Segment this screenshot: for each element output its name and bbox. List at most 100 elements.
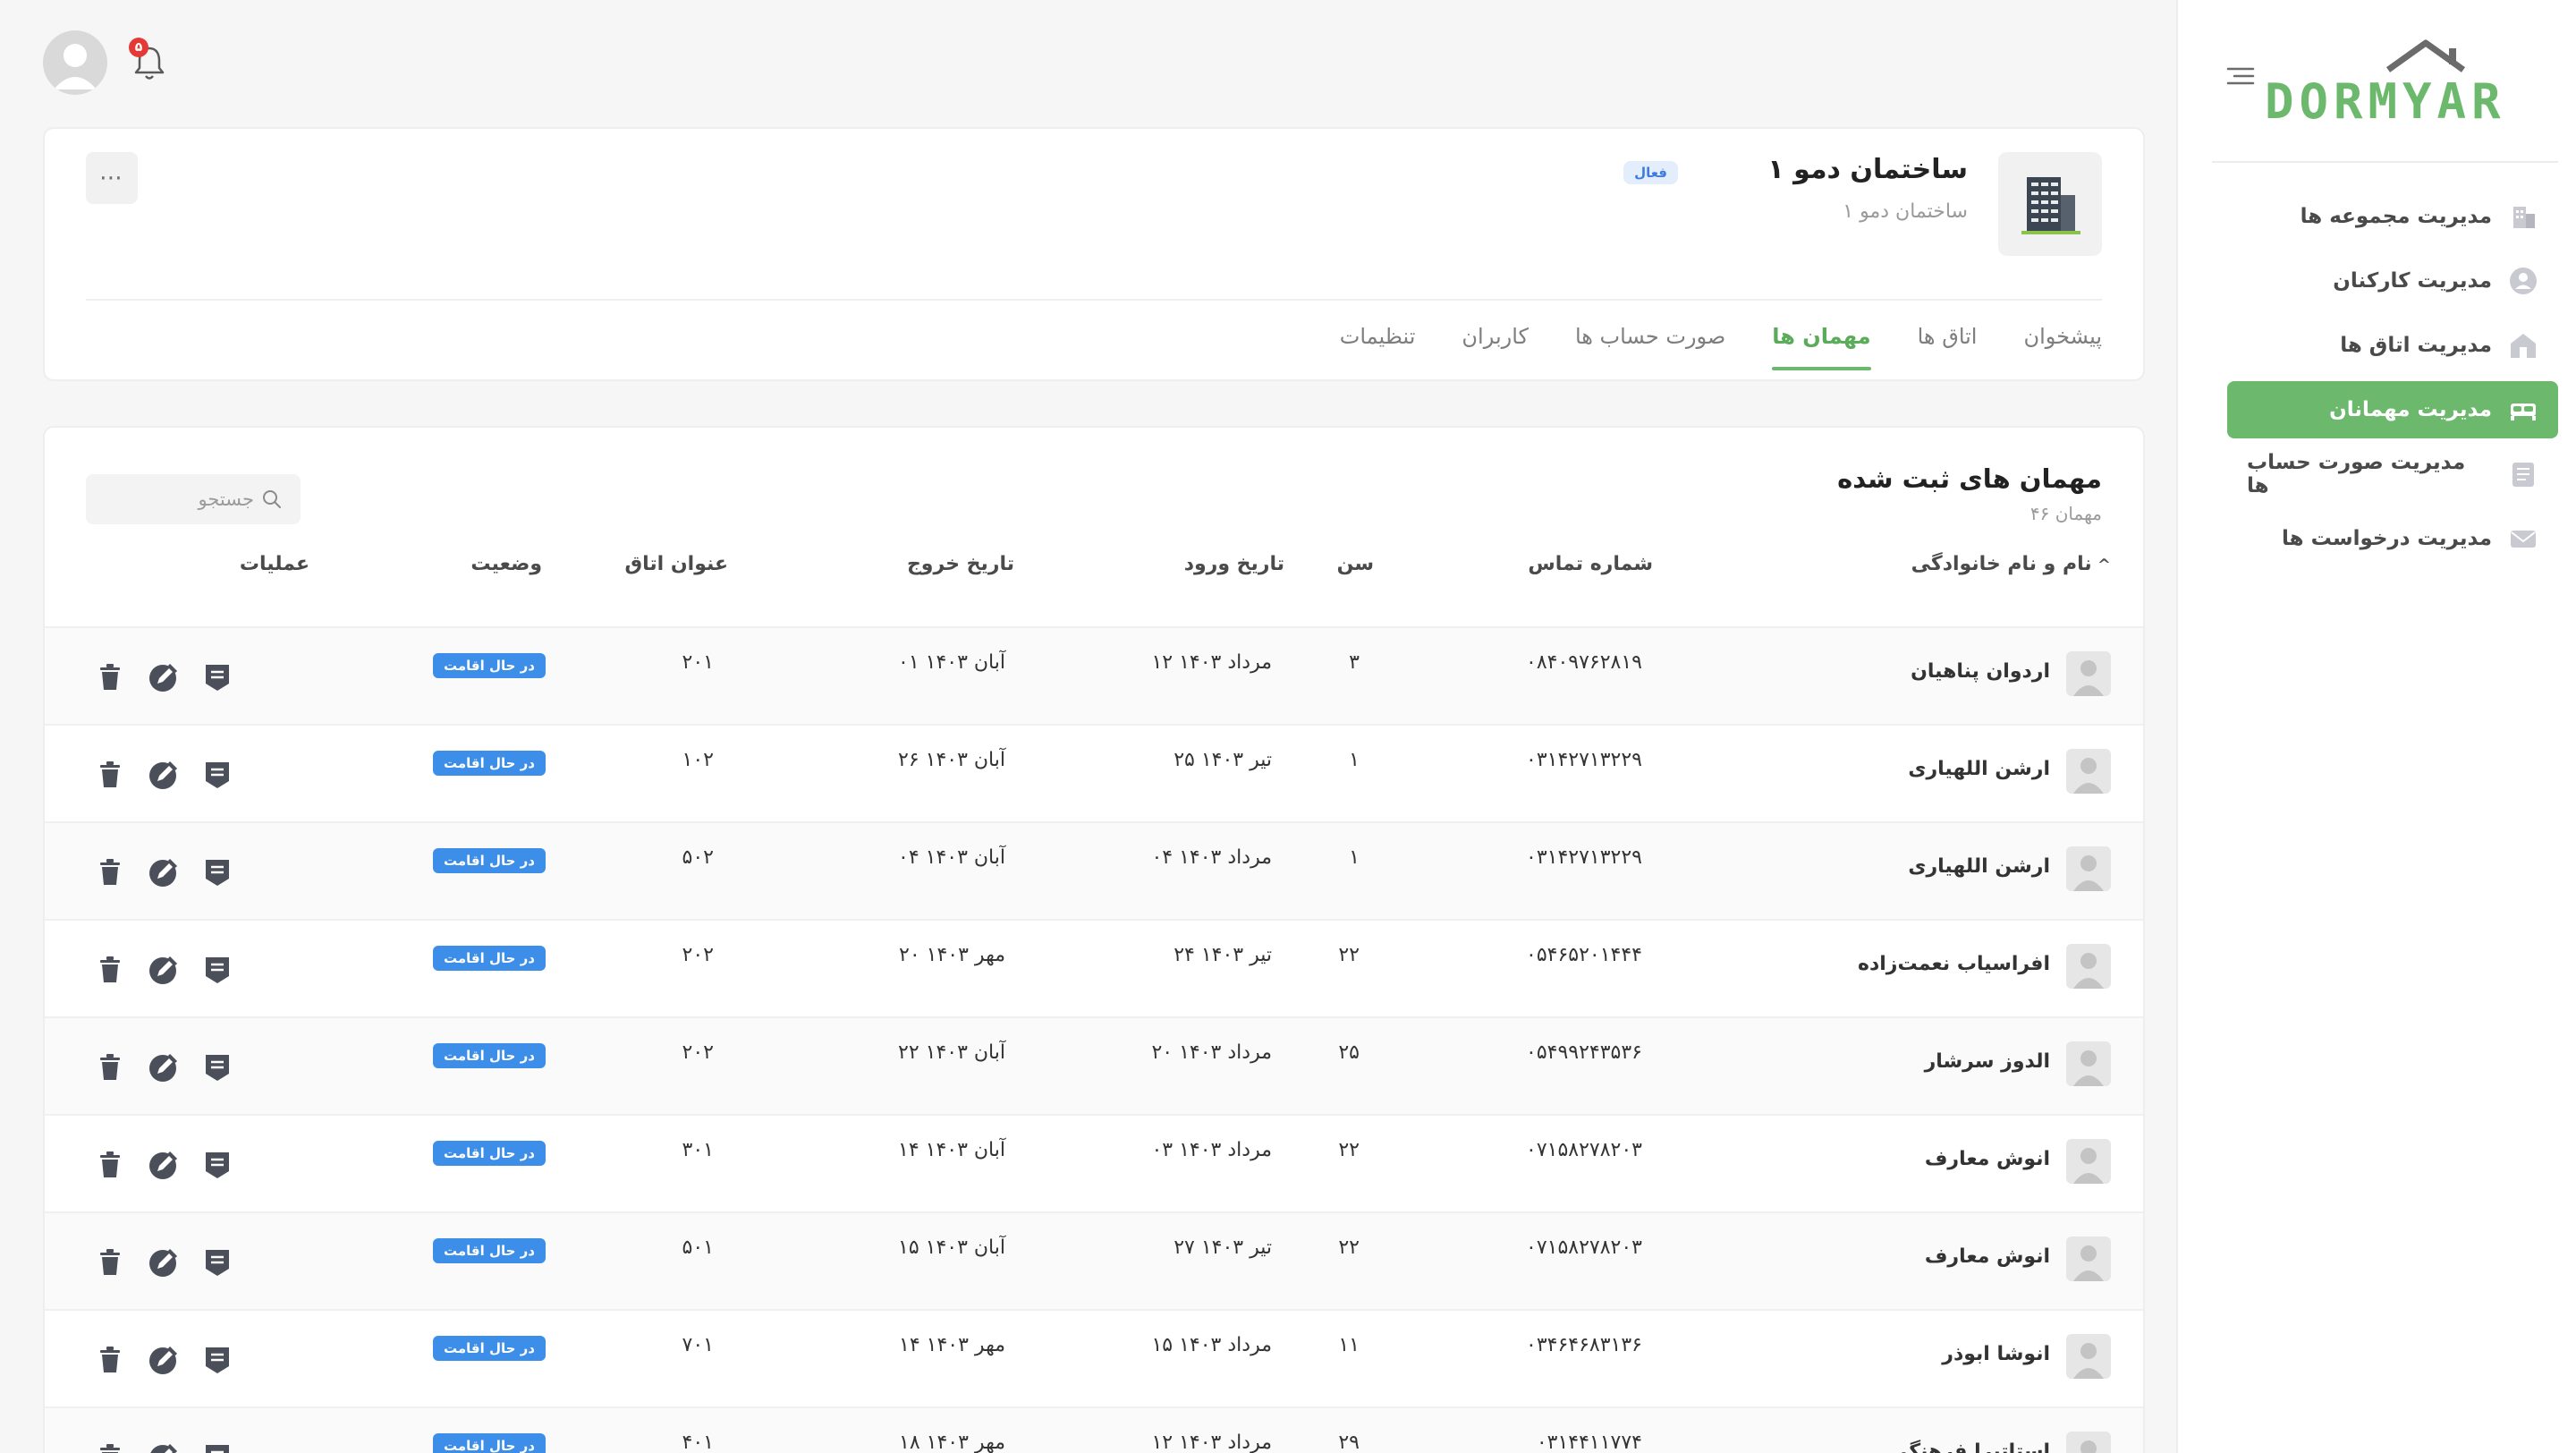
badge-details-icon — [206, 1445, 229, 1453]
sidebar-item-staff[interactable]: مدیریت کارکنان — [2227, 252, 2558, 310]
invoice-icon — [2508, 459, 2538, 489]
guest-age: ۱ — [1349, 749, 1360, 771]
guest-age: ۲۲ — [1338, 944, 1360, 966]
sidebar-item-requests[interactable]: مدیریت درخواست ها — [2227, 510, 2558, 567]
details-button[interactable] — [199, 756, 236, 794]
status-badge: در حال اقامت — [433, 848, 546, 873]
row-actions — [91, 756, 236, 794]
edit-button[interactable] — [145, 1049, 182, 1086]
delete-button[interactable] — [91, 1049, 129, 1086]
details-button[interactable] — [199, 1146, 236, 1184]
guest-avatar — [2066, 1139, 2111, 1184]
guest-checkout: ۲۰ مهر ۱۴۰۳ — [899, 944, 1005, 966]
details-button[interactable] — [199, 854, 236, 891]
status-badge: در حال اقامت — [433, 1336, 546, 1361]
row-actions — [91, 1439, 236, 1453]
table-row[interactable]: افراسیاب نعمت‌زاده ۰۵۴۶۵۲۰۱۴۴۴ ۲۲ ۲۴ تیر… — [45, 919, 2143, 1016]
guest-room: ۵۰۱ — [682, 1236, 714, 1259]
sidebar-divider — [2212, 161, 2558, 163]
delete-button[interactable] — [91, 1341, 129, 1379]
tab-dashboard[interactable]: پیشخوان — [2023, 324, 2102, 367]
edit-button[interactable] — [145, 854, 182, 891]
delete-button[interactable] — [91, 1439, 129, 1453]
delete-button[interactable] — [91, 1244, 129, 1281]
sidebar-item-guests[interactable]: مدیریت مهمانان — [2227, 381, 2558, 438]
column-header-actions: عملیات — [239, 553, 309, 575]
details-button[interactable] — [199, 1244, 236, 1281]
edit-button[interactable] — [145, 1341, 182, 1379]
guest-phone: ۰۸۴۰۹۷۶۲۸۱۹ — [1526, 651, 1642, 674]
guest-phone: ۰۵۴۹۹۲۴۳۵۳۶ — [1526, 1041, 1642, 1064]
guest-name: ارشن اللهیاری — [1908, 855, 2050, 878]
more-options-button[interactable]: ⋯ — [86, 152, 138, 204]
edit-icon — [149, 663, 178, 692]
row-actions — [91, 854, 236, 891]
details-button[interactable] — [199, 951, 236, 989]
guest-checkin: ۱۵ مرداد ۱۴۰۳ — [1151, 1334, 1272, 1356]
details-button[interactable] — [199, 1341, 236, 1379]
guest-checkin: ۱۲ مرداد ۱۴۰۳ — [1151, 651, 1272, 674]
edit-icon — [150, 1443, 178, 1453]
tab-users[interactable]: کاربران — [1462, 324, 1529, 367]
details-button[interactable] — [199, 659, 236, 696]
search-input[interactable] — [156, 489, 254, 510]
trash-icon — [100, 1151, 120, 1177]
edit-button[interactable] — [145, 951, 182, 989]
edit-button[interactable] — [145, 1244, 182, 1281]
table-row[interactable]: ارشن اللهیاری ۰۳۱۴۲۷۱۳۲۲۹ ۱ ۰۴ مرداد ۱۴۰… — [45, 821, 2143, 919]
edit-icon — [149, 1151, 178, 1179]
menu-toggle-icon[interactable] — [2225, 63, 2256, 93]
guest-age: ۲۲ — [1338, 1139, 1360, 1161]
building-icon — [2508, 201, 2538, 232]
tab-guests[interactable]: مهمان ها — [1772, 324, 1871, 370]
guest-avatar — [2066, 1236, 2111, 1281]
building-thumbnail — [1998, 152, 2102, 256]
sidebar-item-rooms[interactable]: مدیریت اتاق ها — [2227, 317, 2558, 374]
user-avatar[interactable] — [43, 30, 107, 95]
guest-room: ۲۰۲ — [682, 944, 714, 966]
details-button[interactable] — [199, 1049, 236, 1086]
edit-icon — [149, 956, 178, 984]
column-header-name[interactable]: نام و نام خانوادگی ^ — [1911, 553, 2111, 575]
table-row[interactable]: اردوان پناهیان ۰۸۴۰۹۷۶۲۸۱۹ ۳ ۱۲ مرداد ۱۴… — [45, 626, 2143, 724]
table-row[interactable]: ارشن اللهیاری ۰۳۱۴۲۷۱۳۲۲۹ ۱ ۲۵ تیر ۱۴۰۳ … — [45, 724, 2143, 821]
badge-details-icon — [206, 1152, 229, 1178]
delete-button[interactable] — [91, 659, 129, 696]
table-row[interactable]: الدوز سرشار ۰۵۴۹۹۲۴۳۵۳۶ ۲۵ ۲۰ مرداد ۱۴۰۳… — [45, 1016, 2143, 1114]
guest-room: ۴۰۱ — [682, 1432, 714, 1453]
guest-age: ۱ — [1349, 846, 1360, 869]
building-header-card: ساختمان دمو ۱ فعال ساختمان دمو ۱ ⋯ پیشخو… — [43, 127, 2145, 381]
guest-avatar — [2066, 1432, 2111, 1453]
badge-details-icon — [206, 1055, 229, 1081]
edit-button[interactable] — [145, 659, 182, 696]
table-row[interactable]: انوشا ابوذر ۰۳۴۶۴۶۸۳۱۳۶ ۱۱ ۱۵ مرداد ۱۴۰۳… — [45, 1309, 2143, 1406]
edit-button[interactable] — [145, 1146, 182, 1184]
tab-rooms[interactable]: اتاق ها — [1918, 324, 1978, 367]
table-row[interactable]: انوش معارف ۰۷۱۵۸۲۷۸۲۰۳ ۲۲ ۰۳ مرداد ۱۴۰۳ … — [45, 1114, 2143, 1211]
delete-button[interactable] — [91, 951, 129, 989]
badge-details-icon — [206, 665, 229, 691]
guest-age: ۲۵ — [1338, 1041, 1360, 1064]
guest-checkin: ۲۴ تیر ۱۴۰۳ — [1174, 944, 1272, 966]
delete-button[interactable] — [91, 756, 129, 794]
table-row[interactable]: استاتیرا فرهنگ ۰۳۱۴۴۱۱۷۷۴ ۲۹ ۱۲ مرداد ۱۴… — [45, 1406, 2143, 1453]
trash-icon — [100, 761, 120, 787]
sidebar-item-complexes[interactable]: مدیریت مجموعه ها — [2227, 188, 2558, 245]
tab-invoices[interactable]: صورت حساب ها — [1575, 324, 1725, 367]
table-row[interactable]: انوش معارف ۰۷۱۵۸۲۷۸۲۰۳ ۲۲ ۲۷ تیر ۱۴۰۳ ۱۵… — [45, 1211, 2143, 1309]
trash-icon — [100, 859, 120, 885]
delete-button[interactable] — [91, 854, 129, 891]
edit-button[interactable] — [145, 756, 182, 794]
guest-phone: ۰۳۴۶۴۶۸۳۱۳۶ — [1526, 1334, 1642, 1356]
edit-icon — [149, 1053, 178, 1082]
user-icon — [2508, 266, 2538, 296]
sidebar-item-invoices[interactable]: مدیریت صورت حساب ها — [2227, 446, 2558, 503]
details-button[interactable] — [199, 1439, 236, 1453]
building-status-badge: فعال — [1623, 161, 1678, 184]
edit-button[interactable] — [145, 1439, 182, 1453]
guest-age: ۱۱ — [1338, 1334, 1360, 1356]
delete-button[interactable] — [91, 1146, 129, 1184]
tab-settings[interactable]: تنظیمات — [1340, 324, 1416, 367]
status-badge: در حال اقامت — [433, 653, 546, 678]
guests-count: ۴۶ مهمان — [2029, 503, 2102, 524]
